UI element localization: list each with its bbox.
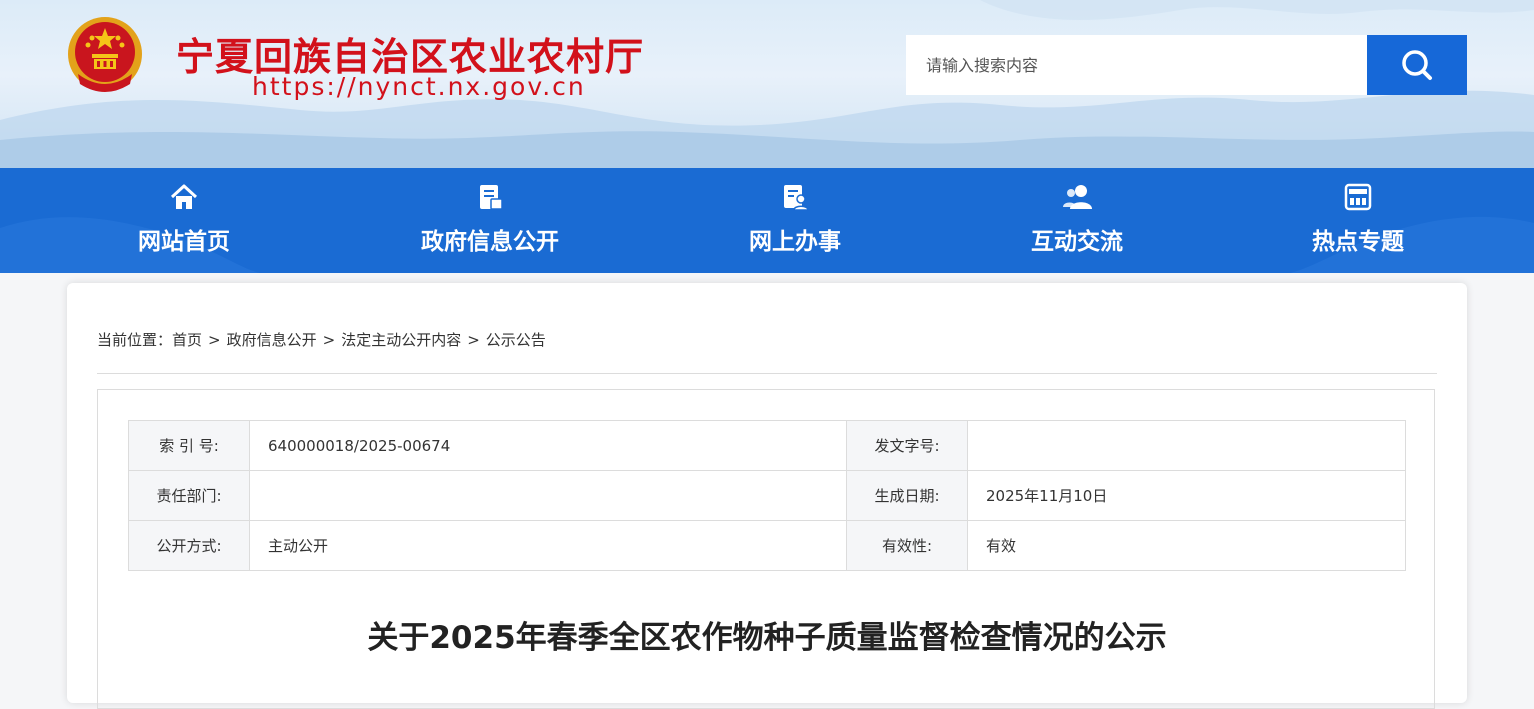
disclosure-method-label: 公开方式: (128, 520, 250, 571)
nav-item-home[interactable]: 网站首页 (134, 168, 234, 273)
article-info-box: 索 引 号: 640000018/2025-00674 发文字号: 责任部门: … (97, 389, 1435, 709)
nav-label: 热点专题 (1312, 229, 1404, 255)
date-value: 2025年11月10日 (967, 470, 1406, 521)
search-input[interactable] (906, 35, 1367, 95)
index-number-label: 索 引 号: (128, 420, 250, 471)
search-button[interactable] (1367, 35, 1467, 95)
search-icon (1402, 50, 1432, 80)
national-emblem-icon (68, 17, 142, 92)
table-row: 索 引 号: 640000018/2025-00674 发文字号: (128, 420, 1406, 471)
document-number-label: 发文字号: (846, 420, 968, 471)
nav-label: 网站首页 (138, 229, 230, 255)
index-number-value: 640000018/2025-00674 (249, 420, 847, 471)
nav-item-gov-info[interactable]: 政府信息公开 (416, 168, 564, 273)
users-icon (1063, 185, 1092, 209)
topic-icon (1344, 183, 1372, 211)
home-icon (170, 184, 198, 209)
site-header: 宁夏回族自治区农业农村厅 https://nynct.nx.gov.cn (0, 0, 1534, 168)
nav-label: 互动交流 (1031, 229, 1123, 255)
nav-label: 政府信息公开 (421, 229, 559, 255)
document-number-value (967, 420, 1406, 471)
article-title: 关于2025年春季全区农作物种子质量监督检查情况的公示 (367, 620, 1167, 656)
department-label: 责任部门: (128, 470, 250, 521)
breadcrumb-item-home[interactable]: 首页 (172, 331, 202, 349)
breadcrumb-prefix: 当前位置： (97, 331, 173, 349)
breadcrumb-item-gov-info[interactable]: 政府信息公开 (227, 331, 317, 349)
metadata-table: 索 引 号: 640000018/2025-00674 发文字号: 责任部门: … (128, 420, 1406, 571)
divider (97, 373, 1437, 374)
breadcrumb-separator: > (467, 331, 480, 349)
site-url: https://nynct.nx.gov.cn (252, 72, 586, 101)
breadcrumb: 当前位置：首页 > 政府信息公开 > 法定主动公开内容 > 公示公告 (97, 329, 546, 350)
breadcrumb-separator: > (322, 331, 336, 349)
breadcrumb-item-announcements[interactable]: 公示公告 (486, 331, 546, 349)
table-row: 公开方式: 主动公开 有效性: 有效 (128, 520, 1406, 571)
breadcrumb-item-statutory[interactable]: 法定主动公开内容 (341, 331, 461, 349)
department-value (249, 470, 847, 521)
table-row: 责任部门: 生成日期: 2025年11月10日 (128, 470, 1406, 521)
date-label: 生成日期: (846, 470, 968, 521)
document-icon (480, 185, 503, 210)
validity-value: 有效 (967, 520, 1406, 571)
main-nav: 网站首页 政府信息公开 网上办事 互动交流 热点专题 (0, 168, 1534, 273)
validity-label: 有效性: (846, 520, 968, 571)
breadcrumb-separator: > (208, 331, 221, 349)
nav-item-online-service[interactable]: 网上办事 (745, 168, 845, 273)
content-card: 当前位置：首页 > 政府信息公开 > 法定主动公开内容 > 公示公告 索 引 号: 6400… (67, 283, 1467, 709)
nav-item-hot-topics[interactable]: 热点专题 (1308, 168, 1408, 273)
service-icon (784, 185, 809, 211)
nav-item-interaction[interactable]: 互动交流 (1027, 168, 1127, 273)
disclosure-method-value: 主动公开 (249, 520, 847, 571)
nav-label: 网上办事 (749, 229, 841, 255)
